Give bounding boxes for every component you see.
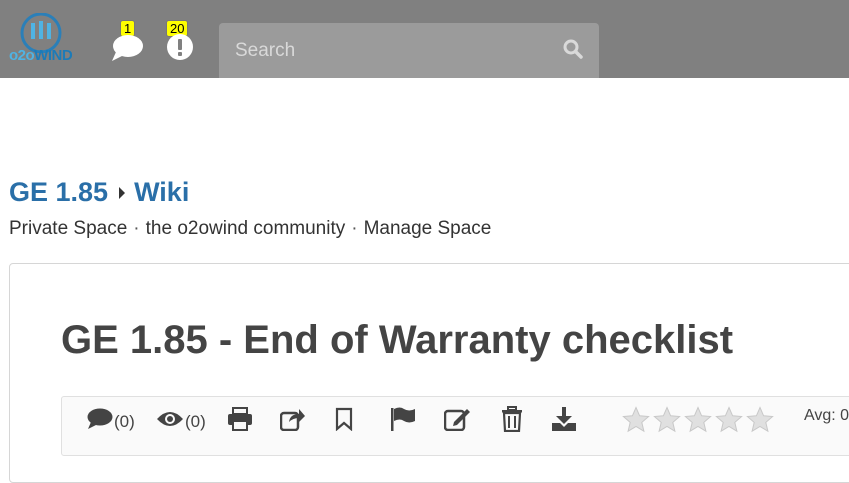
alerts-notification-button[interactable]: 20	[164, 20, 200, 64]
average-rating: Avg: 0	[804, 407, 849, 424]
breadcrumb-wiki-link[interactable]: Wiki	[134, 177, 189, 208]
comments-count: (0)	[114, 412, 135, 431]
rating-star-1-icon[interactable]	[622, 406, 650, 433]
messages-notification-button[interactable]: 1	[110, 20, 146, 64]
bookmark-button[interactable]	[334, 405, 354, 433]
breadcrumb-space-link[interactable]: GE 1.85	[9, 177, 108, 208]
views-count: (0)	[185, 412, 206, 431]
share-button[interactable]	[280, 405, 306, 433]
community-link[interactable]: the o2owind community	[146, 218, 346, 239]
search-icon[interactable]	[563, 39, 583, 59]
edit-button[interactable]	[444, 405, 472, 433]
page-title: GE 1.85 - End of Warranty checklist	[61, 318, 734, 362]
manage-space-link[interactable]: Manage Space	[364, 218, 492, 239]
space-subnav: Private Space · the o2owind community · Mana…	[9, 218, 491, 240]
subnav-separator: ·	[133, 218, 140, 239]
search-box	[219, 23, 599, 78]
rating-star-3-icon[interactable]	[684, 406, 712, 433]
private-space-link[interactable]: Private Space	[9, 218, 127, 239]
article-toolbar: (0) (0) Avg: 0	[61, 396, 849, 456]
print-button[interactable]	[227, 405, 253, 433]
comment-icon	[87, 408, 113, 429]
flag-button[interactable]	[389, 405, 417, 433]
chat-bubble-icon	[112, 35, 143, 61]
views-button[interactable]: (0)	[156, 405, 206, 433]
trash-icon	[502, 406, 522, 432]
rating-star-4-icon[interactable]	[715, 406, 743, 433]
rating-star-5-icon[interactable]	[746, 406, 774, 433]
bookmark-icon	[335, 407, 353, 431]
comments-button[interactable]: (0)	[86, 405, 135, 433]
eye-icon	[157, 412, 183, 426]
o2owind-logo[interactable]: o2oWIND	[8, 12, 82, 65]
print-icon	[228, 407, 252, 431]
chevron-right-icon	[119, 186, 126, 199]
rating-stars	[622, 406, 774, 433]
breadcrumb: GE 1.85 Wiki	[9, 176, 189, 208]
download-icon	[552, 407, 576, 431]
subnav-separator: ·	[351, 218, 358, 239]
edit-icon	[444, 409, 470, 431]
share-icon	[280, 409, 305, 431]
delete-button[interactable]	[501, 405, 523, 433]
exclamation-circle-icon	[167, 34, 193, 60]
rating-star-2-icon[interactable]	[653, 406, 681, 433]
search-input[interactable]	[219, 23, 549, 78]
download-button[interactable]	[551, 405, 577, 433]
flag-icon	[391, 407, 415, 431]
top-navigation-bar: o2oWIND 1 20	[0, 0, 849, 78]
logo-wordmark: o2oWIND	[9, 47, 73, 64]
